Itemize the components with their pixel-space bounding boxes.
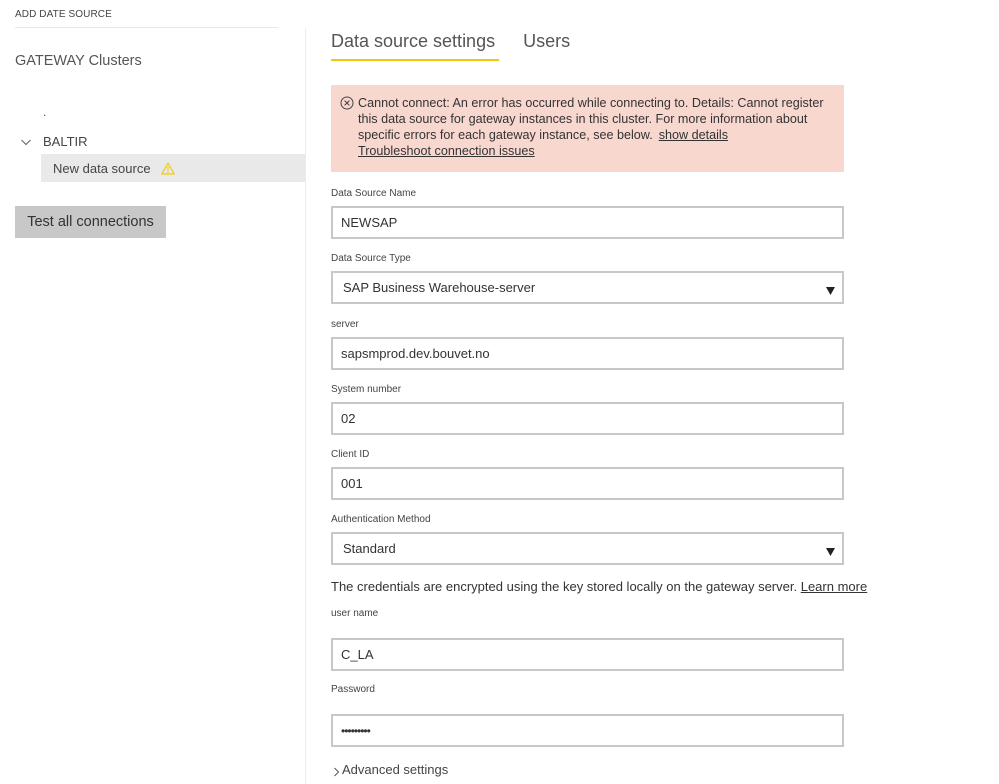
advanced-settings-label: Advanced settings xyxy=(342,762,449,777)
connection-error-banner: Cannot connect: An error has occurred wh… xyxy=(331,85,844,172)
server-label: server xyxy=(331,319,359,330)
system-number-label: System number xyxy=(331,384,402,395)
test-all-connections-button[interactable]: Test all connections xyxy=(15,206,166,238)
data-source-type-select[interactable]: SAP Business Warehouse-server xyxy=(331,271,844,304)
chevron-down-icon[interactable] xyxy=(20,135,32,147)
panel-divider xyxy=(305,28,306,784)
cluster-name: BALTIR xyxy=(43,133,88,149)
cluster-item-baltir[interactable]: BALTIR xyxy=(20,131,88,151)
server-input[interactable] xyxy=(331,337,844,370)
data-source-name-label: Data Source Name xyxy=(331,188,417,199)
gateway-clusters-title: GATEWAY Clusters xyxy=(15,53,142,69)
breadcrumb-divider xyxy=(15,27,278,28)
show-details-link[interactable]: show details xyxy=(659,128,728,142)
learn-more-link[interactable]: Learn more xyxy=(801,579,867,594)
error-circle-x-icon xyxy=(340,96,354,110)
client-id-input[interactable] xyxy=(331,467,844,500)
advanced-settings-toggle[interactable]: Advanced settings xyxy=(333,762,448,777)
dropdown-arrow-icon[interactable] xyxy=(826,544,835,556)
troubleshoot-link[interactable]: Troubleshoot connection issues xyxy=(358,144,535,158)
settings-tabs: Data source settings Users xyxy=(331,31,570,61)
error-message-text: Cannot connect: An error has occurred wh… xyxy=(358,96,824,142)
warning-icon xyxy=(160,161,175,175)
authentication-method-label: Authentication Method xyxy=(331,514,431,525)
breadcrumb: ADD DATE SOURCE xyxy=(15,9,112,20)
chevron-right-icon xyxy=(333,765,340,776)
authentication-method-select[interactable]: Standard xyxy=(331,532,844,565)
data-source-label: New data source xyxy=(53,160,151,176)
password-label: Password xyxy=(331,684,375,695)
system-number-input[interactable] xyxy=(331,402,844,435)
data-source-type-value: SAP Business Warehouse-server xyxy=(343,280,536,295)
dropdown-arrow-icon[interactable] xyxy=(826,283,835,295)
password-input[interactable]: ••••••••• xyxy=(331,714,844,747)
credentials-note-text: The credentials are encrypted using the … xyxy=(331,579,798,594)
tab-data-source-settings[interactable]: Data source settings xyxy=(331,31,500,61)
user-name-input[interactable] xyxy=(331,638,844,671)
data-source-type-label: Data Source Type xyxy=(331,253,411,264)
data-source-name-input[interactable] xyxy=(331,206,844,239)
user-name-label: user name xyxy=(331,608,379,619)
error-message: Cannot connect: An error has occurred wh… xyxy=(358,96,824,158)
authentication-method-value: Standard xyxy=(343,541,396,556)
gateway-sidebar: ADD DATE SOURCE GATEWAY Clusters . BALTI… xyxy=(0,0,306,784)
cluster-item-unnamed[interactable]: . xyxy=(43,106,46,118)
tab-users[interactable]: Users xyxy=(523,31,570,58)
client-id-label: Client ID xyxy=(331,449,370,460)
credentials-note: The credentials are encrypted using the … xyxy=(331,579,867,594)
data-source-item-new[interactable]: New data source xyxy=(41,154,306,182)
